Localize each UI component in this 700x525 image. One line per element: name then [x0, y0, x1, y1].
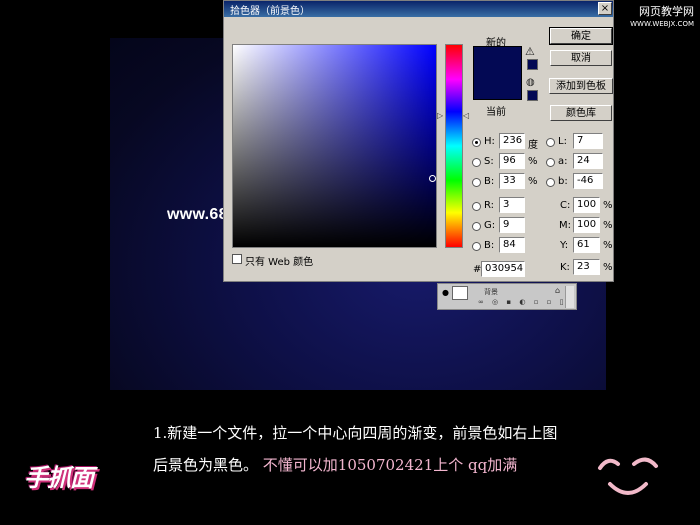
brightness-label: B:	[484, 176, 495, 187]
red-label: R:	[484, 200, 495, 211]
layer-tools-icons[interactable]: ∞ ◎ ▪ ◐ ▫ ▫ ▯	[478, 298, 566, 306]
current-color-swatch[interactable]	[473, 72, 522, 100]
lab-l-label: L:	[558, 136, 567, 147]
hex-input[interactable]: 030954	[481, 261, 525, 277]
green-input[interactable]: 9	[499, 217, 525, 233]
hue-slider-left-arrow-icon[interactable]: ▷	[437, 111, 443, 120]
hue-label: H:	[484, 136, 495, 147]
layers-scrollbar[interactable]	[565, 286, 574, 308]
caption-line-2-a: 后景色为黑色。	[153, 456, 259, 474]
magenta-input[interactable]: 100	[573, 217, 600, 233]
cancel-button[interactable]: 取消	[550, 50, 612, 66]
site-logo: 网页教学网 WWW.WEBJX.COM	[630, 6, 694, 30]
out-of-gamut-warning-icon[interactable]: ⚠	[525, 45, 535, 58]
red-input[interactable]: 3	[499, 197, 525, 213]
cyan-unit: %	[603, 200, 613, 211]
hue-input[interactable]: 236	[499, 133, 525, 149]
add-to-swatches-button[interactable]: 添加到色板	[549, 78, 613, 94]
saturation-brightness-field[interactable]	[232, 44, 437, 248]
lock-icon: ⌂	[555, 286, 561, 295]
radio-blue[interactable]	[472, 242, 481, 251]
web-safe-cube-icon[interactable]: ◍	[526, 77, 535, 88]
gamut-color-swatch[interactable]	[527, 59, 538, 70]
eye-icon[interactable]: ●	[442, 288, 449, 297]
brand-logo: 手抓面	[24, 464, 94, 492]
color-cursor[interactable]	[429, 175, 436, 182]
web-only-label: 只有 Web 颜色	[245, 257, 314, 268]
caption-line-2-b: 不懂可以加1050702421上个 qq加满	[262, 456, 518, 474]
tutorial-caption: 1.新建一个文件，拉一个中心向四周的渐变，前景色如右上图 后景色为黑色。 不懂可…	[153, 417, 557, 481]
hue-unit: 度	[528, 140, 538, 151]
radio-saturation[interactable]	[472, 158, 481, 167]
black-label: K:	[560, 262, 570, 273]
blue-input[interactable]: 84	[499, 237, 525, 253]
color-picker-dialog: 拾色器（前景色） × ▷ ◁ 新的 当前 ⚠ ◍ 确定 取消 添加到色板 颜色库…	[223, 0, 614, 282]
dialog-title: 拾色器（前景色）	[230, 6, 310, 17]
lab-a-label: a:	[558, 156, 568, 167]
hue-slider-right-arrow-icon[interactable]: ◁	[463, 111, 469, 120]
green-label: G:	[484, 220, 496, 231]
radio-lab-b[interactable]	[546, 178, 555, 187]
lab-b-input[interactable]: -46	[573, 173, 603, 189]
black-unit: %	[603, 262, 613, 273]
black-input[interactable]: 23	[573, 259, 600, 275]
radio-hue[interactable]	[472, 138, 481, 147]
radio-lab-a[interactable]	[546, 158, 555, 167]
lab-a-input[interactable]: 24	[573, 153, 603, 169]
lab-b-label: b:	[558, 176, 568, 187]
radio-lab-l[interactable]	[546, 138, 555, 147]
caption-line-2: 后景色为黑色。 不懂可以加1050702421上个 qq加满	[153, 449, 557, 481]
saturation-label: S:	[484, 156, 494, 167]
dialog-title-bar[interactable]: 拾色器（前景色） ×	[224, 1, 613, 17]
brightness-input[interactable]: 33	[499, 173, 525, 189]
site-logo-url: WWW.WEBJX.COM	[630, 20, 694, 28]
saturation-input[interactable]: 96	[499, 153, 525, 169]
brightness-unit: %	[528, 176, 538, 187]
cyan-input[interactable]: 100	[573, 197, 600, 213]
current-color-label: 当前	[486, 107, 506, 118]
cyan-label: C:	[560, 200, 571, 211]
saturation-unit: %	[528, 156, 538, 167]
yellow-input[interactable]: 61	[573, 237, 600, 253]
close-button[interactable]: ×	[598, 2, 612, 15]
lab-l-input[interactable]: 7	[573, 133, 603, 149]
yellow-unit: %	[603, 240, 613, 251]
site-logo-title: 网页教学网	[639, 5, 694, 18]
radio-red[interactable]	[472, 202, 481, 211]
new-color-swatch	[473, 46, 522, 73]
radio-brightness[interactable]	[472, 178, 481, 187]
smiley-face-icon	[598, 457, 658, 495]
yellow-label: Y:	[560, 240, 569, 251]
web-only-checkbox[interactable]	[232, 254, 242, 264]
radio-green[interactable]	[472, 222, 481, 231]
ok-button[interactable]: 确定	[549, 27, 613, 45]
color-libraries-button[interactable]: 颜色库	[550, 105, 612, 121]
layer-thumbnail[interactable]	[452, 286, 468, 300]
layers-panel: ● 背景 ⌂ ∞ ◎ ▪ ◐ ▫ ▫ ▯	[437, 283, 577, 310]
web-safe-color-swatch[interactable]	[527, 90, 538, 101]
layer-name[interactable]: 背景	[484, 287, 498, 297]
caption-line-1: 1.新建一个文件，拉一个中心向四周的渐变，前景色如右上图	[153, 424, 558, 442]
hue-slider[interactable]	[445, 44, 463, 248]
magenta-unit: %	[603, 220, 613, 231]
blue-label: B:	[484, 240, 495, 251]
magenta-label: M:	[559, 220, 571, 231]
